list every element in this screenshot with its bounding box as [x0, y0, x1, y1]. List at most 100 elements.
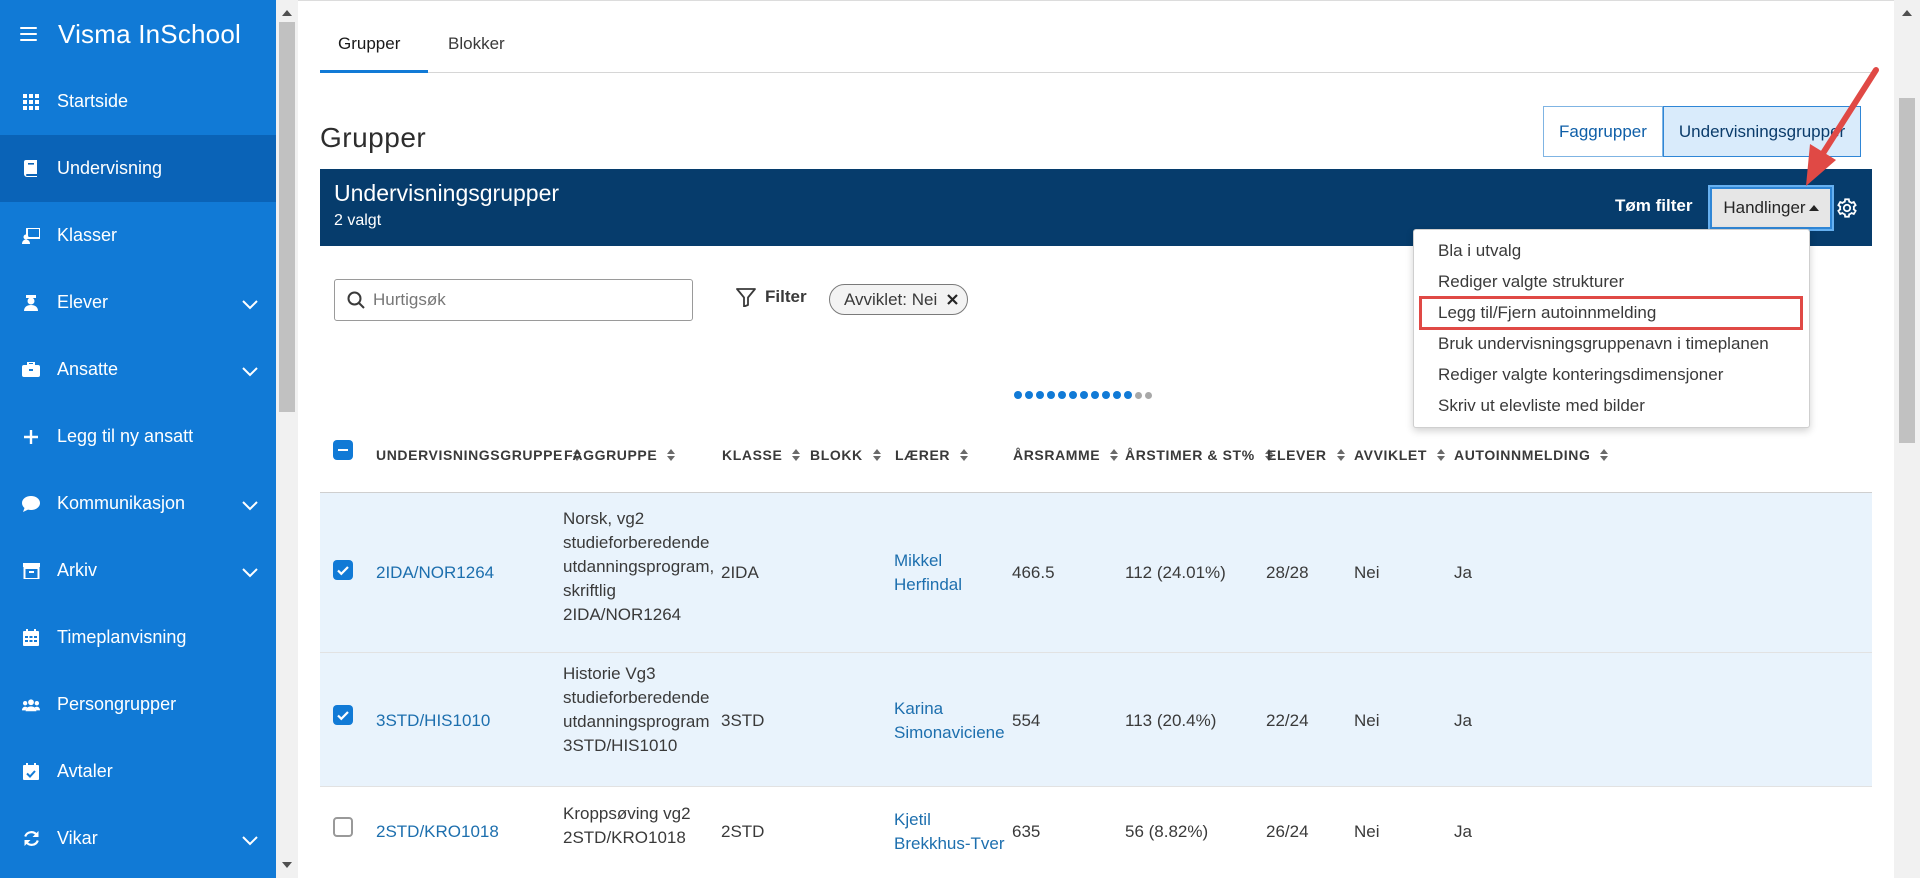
sidebar-item-legg-til-ny-ansatt[interactable]: Legg til ny ansatt	[0, 403, 276, 470]
menu-item-elevliste-bilder[interactable]: Skriv ut elevliste med bilder	[1438, 396, 1645, 416]
sidebar-item-kommunikasjon[interactable]: Kommunikasjon	[0, 470, 276, 537]
sidebar-item-avtaler[interactable]: Avtaler	[0, 738, 276, 805]
caret-up-icon	[1808, 205, 1819, 211]
faggrupper-button[interactable]: Faggrupper	[1543, 106, 1663, 157]
table-row[interactable]: 3STD/HIS1010 Historie Vg3 studieforbered…	[320, 653, 1872, 787]
chevron-down-icon[interactable]	[242, 495, 258, 516]
book-icon	[22, 160, 40, 178]
column-header-arsramme[interactable]: ÅRSRAMME	[1013, 447, 1119, 463]
subject-cell: Kroppsøving vg2 2STD/KRO1018	[563, 804, 691, 847]
sidebar-item-label: Avtaler	[57, 761, 113, 781]
sidebar-item-persongrupper[interactable]: Persongrupper	[0, 671, 276, 738]
tab-blokker[interactable]: Blokker	[448, 34, 505, 54]
hamburger-menu-icon[interactable]	[20, 27, 37, 41]
chevron-down-icon[interactable]	[242, 361, 258, 382]
sidebar-brand: Visma InSchool	[0, 0, 276, 68]
row-checkbox[interactable]	[333, 560, 353, 580]
sidebar-item-klasser[interactable]: Klasser	[0, 202, 276, 269]
grid-icon	[22, 93, 40, 111]
sidebar-scrollbar[interactable]	[276, 0, 298, 878]
sidebar-item-label: Startside	[57, 91, 129, 111]
clear-filter-button[interactable]: Tøm filter	[1615, 196, 1692, 216]
sidebar-item-label: Klasser	[57, 225, 118, 245]
scroll-down-arrow-icon[interactable]	[282, 862, 292, 868]
row-checkbox[interactable]	[333, 705, 353, 725]
group-link[interactable]: 2STD/KRO1018	[376, 820, 499, 844]
filter-button[interactable]: Filter	[736, 287, 807, 307]
filter-label: Filter	[765, 287, 807, 306]
select-all-checkbox[interactable]	[333, 440, 353, 460]
column-header-laerer[interactable]: LÆRER	[895, 447, 969, 463]
column-header-avviklet[interactable]: AVVIKLET	[1354, 447, 1445, 463]
sidebar: Visma InSchool Startside Undervisning Kl…	[0, 0, 276, 878]
selection-count: 2 valgt	[334, 212, 382, 229]
actions-dropdown-button[interactable]: Handlinger	[1710, 187, 1832, 229]
scroll-up-arrow-icon[interactable]	[1902, 10, 1912, 16]
sidebar-item-label: Elever	[57, 292, 109, 312]
sidebar-item-label: Legg til ny ansatt	[57, 426, 194, 446]
menu-item-autoinnmelding[interactable]: Legg til/Fjern autoinnmelding	[1438, 303, 1656, 323]
main-content: Grupper Blokker Grupper Faggrupper Under…	[298, 0, 1894, 878]
refresh-icon	[22, 830, 40, 848]
filter-chip-label: Avviklet: Nei	[844, 289, 938, 309]
sort-icon	[1437, 449, 1445, 461]
column-header-klasse[interactable]: KLASSE	[722, 447, 801, 463]
table-row[interactable]: 2IDA/NOR1264 Norsk, vg2 studieforbereden…	[320, 493, 1872, 653]
sidebar-item-label: Vikar	[57, 828, 98, 848]
group-link[interactable]: 2IDA/NOR1264	[376, 561, 494, 585]
column-header-elever[interactable]: ELEVER	[1267, 447, 1345, 463]
page-title: Grupper	[320, 122, 427, 153]
chevron-down-icon[interactable]	[242, 830, 258, 851]
sidebar-item-timeplanvisning[interactable]: Timeplanvisning	[0, 604, 276, 671]
actions-menu: Bla i utvalg Rediger valgte strukturer L…	[1413, 229, 1810, 428]
sidebar-item-ansatte[interactable]: Ansatte	[0, 336, 276, 403]
column-header-faggruppe[interactable]: FAGGRUPPE	[564, 447, 676, 463]
column-header-undervisningsgruppe[interactable]: UNDERVISNINGSGRUPPE	[376, 447, 581, 463]
row-checkbox[interactable]	[333, 817, 353, 837]
teacher-link[interactable]: Mikkel Herfindal	[894, 549, 962, 597]
autoenroll-cell: Ja	[1454, 563, 1472, 582]
teacher-link[interactable]: Kjetil Brekkhus-Tver	[894, 808, 1005, 856]
sidebar-item-label: Ansatte	[57, 359, 119, 379]
loading-indicator	[1014, 391, 1152, 399]
column-header-autoinnmelding[interactable]: AUTOINNMELDING	[1454, 447, 1609, 463]
sort-icon	[792, 449, 801, 461]
sidebar-item-vikar[interactable]: Vikar	[0, 805, 276, 872]
checkmark-icon	[337, 711, 349, 721]
actions-label: Handlinger	[1723, 198, 1806, 217]
subject-cell: Historie Vg3 studieforberedende utdannin…	[563, 664, 710, 755]
table-row[interactable]: Kroppsøving vg2 2STD/KRO1018 2STD/KRO101…	[320, 787, 1872, 887]
checkmark-icon	[337, 566, 349, 576]
gear-icon[interactable]	[1836, 197, 1858, 219]
teacher-link[interactable]: Karina Simonaviciene	[894, 697, 1005, 745]
archive-icon	[22, 562, 40, 580]
frame-cell: 635	[1012, 822, 1041, 841]
close-icon[interactable]	[947, 294, 958, 305]
active-tab-indicator	[320, 70, 428, 73]
tab-grupper[interactable]: Grupper	[338, 34, 400, 54]
scroll-up-arrow-icon[interactable]	[282, 10, 292, 16]
funnel-icon	[736, 287, 756, 307]
grid-title: Undervisningsgrupper	[334, 180, 560, 206]
sidebar-item-startside[interactable]: Startside	[0, 68, 276, 135]
sidebar-item-elever[interactable]: Elever	[0, 269, 276, 336]
discontinued-cell: Nei	[1354, 563, 1380, 582]
chevron-down-icon[interactable]	[242, 562, 258, 583]
students-cell: 22/24	[1266, 711, 1309, 730]
column-header-blokk[interactable]: BLOKK	[810, 447, 881, 463]
menu-item-gruppenavn-timeplan[interactable]: Bruk undervisningsgruppenavn i timeplane…	[1438, 334, 1769, 354]
menu-item-bla-i-utvalg[interactable]: Bla i utvalg	[1438, 241, 1521, 261]
scrollbar-thumb[interactable]	[279, 22, 295, 412]
menu-item-konteringsdimensjoner[interactable]: Rediger valgte konteringsdimensjoner	[1438, 365, 1723, 385]
column-header-arstimer[interactable]: ÅRSTIMER & ST%	[1125, 447, 1273, 463]
sidebar-item-undervisning[interactable]: Undervisning	[0, 135, 276, 202]
scrollbar-thumb[interactable]	[1899, 98, 1915, 443]
table-header: UNDERVISNINGSGRUPPE FAGGRUPPE KLASSE BLO…	[320, 420, 1872, 493]
search-input[interactable]	[373, 289, 673, 311]
autoenroll-cell: Ja	[1454, 822, 1472, 841]
group-link[interactable]: 3STD/HIS1010	[376, 709, 490, 733]
menu-item-rediger-strukturer[interactable]: Rediger valgte strukturer	[1438, 272, 1624, 292]
page-scrollbar[interactable]	[1894, 0, 1920, 878]
chevron-down-icon[interactable]	[242, 294, 258, 315]
sidebar-item-arkiv[interactable]: Arkiv	[0, 537, 276, 604]
